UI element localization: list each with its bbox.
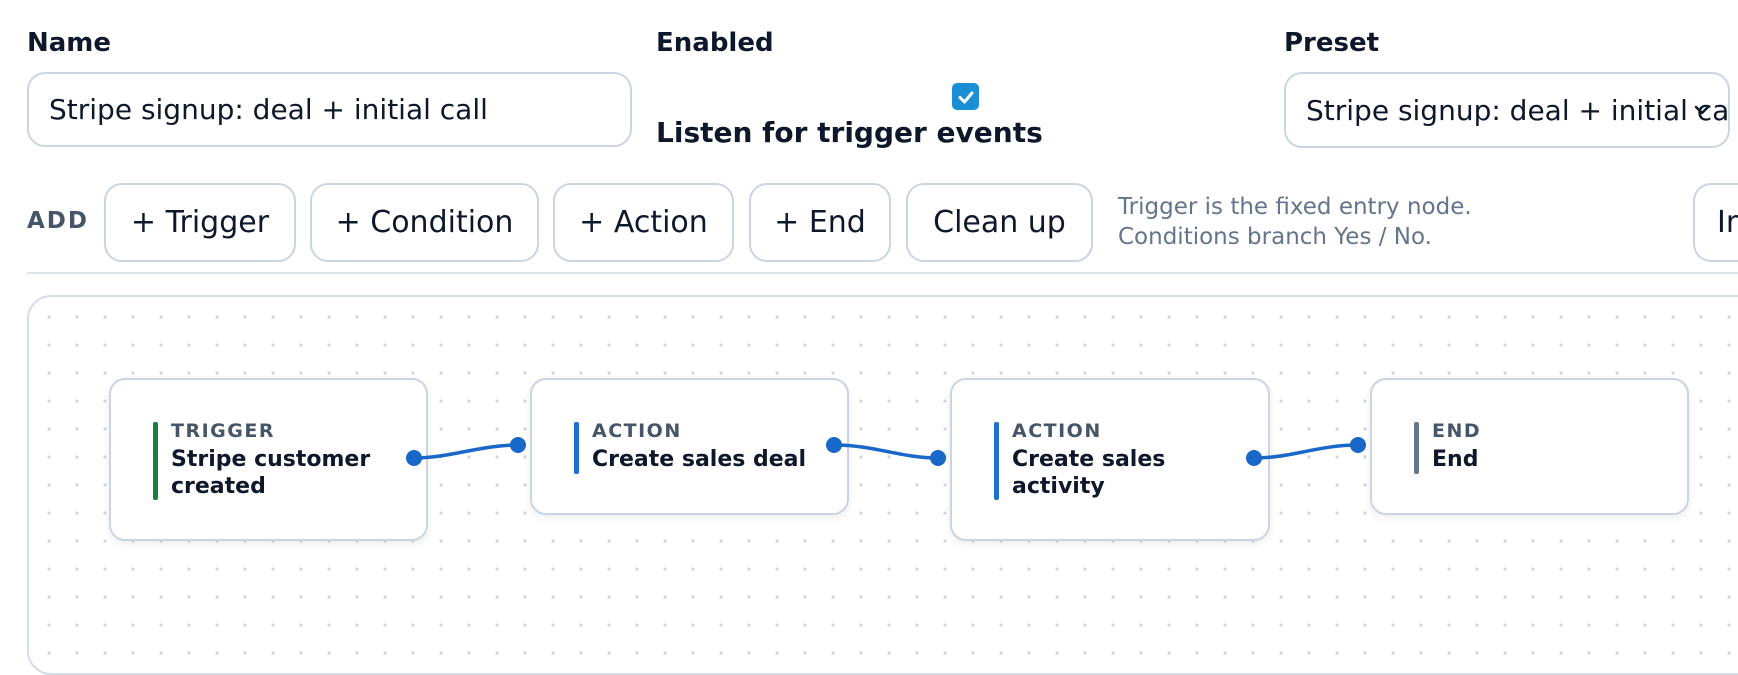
add-label: ADD: [27, 208, 89, 234]
import-button[interactable]: Import: [1693, 183, 1738, 262]
add-end-button[interactable]: + End: [749, 183, 891, 262]
chevron-down-icon: [1694, 105, 1710, 115]
node-title: Create sales activity: [1012, 447, 1166, 499]
node-title: Create sales deal: [592, 447, 807, 472]
node-accent-bar: [1414, 422, 1419, 474]
toolbar-hint: Trigger is the fixed entry node. Conditi…: [1118, 194, 1472, 250]
node-kind: ACTION: [592, 420, 682, 442]
toolbar-divider: [27, 272, 1738, 274]
name-input[interactable]: Stripe signup: deal + initial call: [27, 72, 632, 147]
node-kind: END: [1432, 420, 1482, 442]
flow-node-action-deal[interactable]: ACTION Create sales deal: [530, 378, 849, 515]
add-condition-button[interactable]: + Condition: [310, 183, 539, 262]
listen-label: Listen for trigger events: [656, 116, 1043, 149]
enabled-label: Enabled: [656, 28, 774, 58]
enabled-checkbox[interactable]: [952, 83, 979, 110]
node-kind: ACTION: [1012, 420, 1102, 442]
name-label: Name: [27, 28, 112, 58]
add-trigger-button[interactable]: + Trigger: [104, 183, 296, 262]
node-accent-bar: [574, 422, 579, 474]
clean-up-button[interactable]: Clean up: [906, 183, 1093, 262]
node-title: End: [1432, 447, 1479, 472]
import-button-label: Import: [1717, 205, 1738, 240]
node-kind: TRIGGER: [171, 420, 275, 442]
node-title: Stripe customer created: [171, 447, 371, 499]
add-action-button[interactable]: + Action: [553, 183, 734, 262]
flow-node-action-activity[interactable]: ACTION Create sales activity: [950, 378, 1270, 541]
node-accent-bar: [153, 422, 158, 500]
preset-select[interactable]: Stripe signup: deal + initial call: [1284, 72, 1730, 148]
flow-node-end[interactable]: END End: [1370, 378, 1689, 515]
preset-label: Preset: [1284, 28, 1380, 58]
preset-select-value: Stripe signup: deal + initial call: [1306, 93, 1730, 127]
flow-node-trigger[interactable]: TRIGGER Stripe customer created: [109, 378, 428, 541]
node-accent-bar: [994, 422, 999, 500]
checkmark-icon: [958, 91, 973, 103]
